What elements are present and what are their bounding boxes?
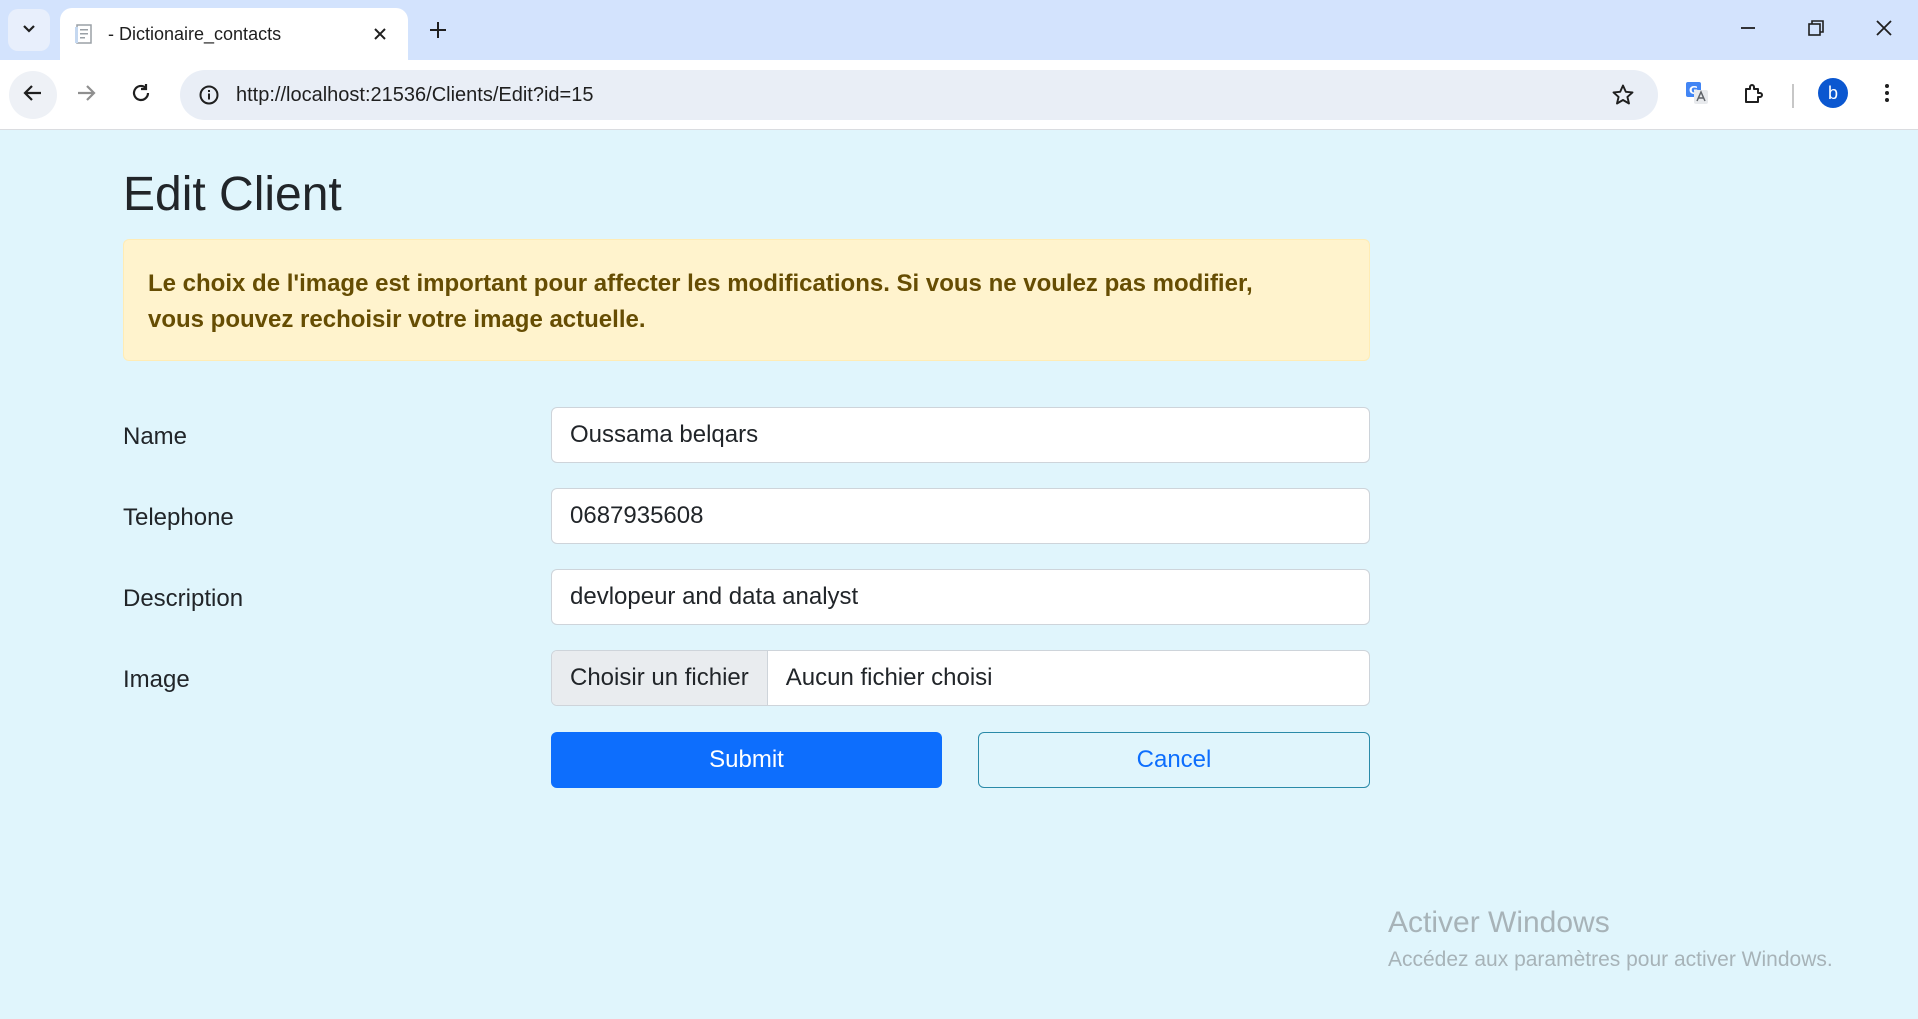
name-input[interactable]: Oussama belqars <box>551 407 1370 463</box>
info-icon[interactable] <box>184 70 234 120</box>
forward-icon <box>75 82 97 109</box>
translate-icon: G <box>1684 80 1710 111</box>
description-label: Description <box>123 585 244 612</box>
watermark-subtitle: Accédez aux paramètres pour activer Wind… <box>1388 948 1833 971</box>
image-label: Image <box>123 666 190 693</box>
telephone-input[interactable]: 0687935608 <box>551 488 1370 544</box>
toolbar-separator <box>1792 84 1794 108</box>
menu-dots-icon <box>1875 81 1899 110</box>
plus-icon <box>428 20 448 45</box>
cancel-button[interactable]: Cancel <box>978 732 1370 788</box>
reload-button[interactable] <box>117 71 165 119</box>
new-tab-button[interactable] <box>420 14 456 50</box>
close-icon[interactable] <box>366 20 394 48</box>
chevron-down-icon <box>20 19 38 42</box>
page-content: Edit Client Le choix de l'image est impo… <box>0 131 1918 1019</box>
window-close-button[interactable] <box>1850 0 1918 60</box>
tab-strip: - Dictionaire_contacts <box>0 0 1918 60</box>
address-bar[interactable]: http://localhost:21536/Clients/Edit?id=1… <box>180 70 1658 120</box>
browser-toolbar: http://localhost:21536/Clients/Edit?id=1… <box>0 60 1918 130</box>
file-status-text: Aucun fichier choisi <box>785 664 993 691</box>
alert-text: Le choix de l'image est important pour a… <box>148 270 1253 333</box>
page-title: Edit Client <box>123 168 342 221</box>
name-label: Name <box>123 423 188 450</box>
menu-button[interactable] <box>1867 75 1907 115</box>
extensions-icon <box>1742 81 1766 110</box>
extensions-button[interactable] <box>1734 75 1774 115</box>
choose-file-button[interactable]: Choisir un fichier <box>552 651 768 705</box>
description-input[interactable]: devlopeur and data analyst <box>551 569 1370 625</box>
minimize-button[interactable] <box>1714 0 1782 60</box>
profile-avatar[interactable]: b <box>1818 78 1848 108</box>
reload-icon <box>130 82 152 109</box>
tab-title: - Dictionaire_contacts <box>108 23 282 44</box>
back-icon <box>22 82 44 109</box>
windows-activation-watermark: Activer Windows Accédez aux paramètres p… <box>1388 906 1833 972</box>
tab-search-button[interactable] <box>8 9 50 51</box>
restore-button[interactable] <box>1782 0 1850 60</box>
star-icon[interactable] <box>1598 70 1648 120</box>
window-close-icon <box>1875 19 1893 42</box>
submit-button[interactable]: Submit <box>551 732 942 788</box>
restore-icon <box>1807 19 1825 42</box>
image-file-input[interactable]: Choisir un fichier Aucun fichier choisi <box>551 650 1370 706</box>
back-button[interactable] <box>9 71 57 119</box>
warning-alert: Le choix de l'image est important pour a… <box>123 239 1370 361</box>
forward-button[interactable] <box>62 71 110 119</box>
url-text[interactable]: http://localhost:21536/Clients/Edit?id=1… <box>236 84 1598 107</box>
translate-button[interactable]: G <box>1677 75 1717 115</box>
page-favicon-icon <box>74 23 96 45</box>
watermark-title: Activer Windows <box>1388 906 1610 939</box>
telephone-label: Telephone <box>123 504 234 531</box>
browser-tab[interactable]: - Dictionaire_contacts <box>60 8 408 60</box>
minimize-icon <box>1739 19 1757 42</box>
